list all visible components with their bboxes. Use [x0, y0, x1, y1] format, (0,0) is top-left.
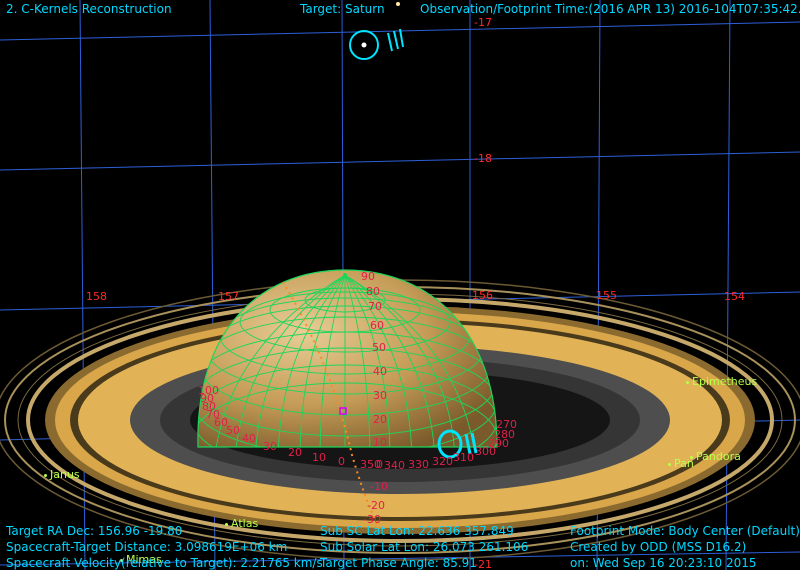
longitude-label: 50 [226, 424, 240, 437]
moon-dot-icon [225, 522, 228, 526]
moon-dot-icon [668, 462, 671, 466]
longitude-label: 310 [453, 451, 474, 464]
moon-janus[interactable]: Janus [44, 468, 80, 481]
latitude-label: -20 [367, 499, 385, 512]
longitude-label: 350 [360, 458, 381, 471]
longitude-label: 330 [408, 458, 429, 471]
window-title: 2. C-Kernels Reconstruction [6, 2, 172, 16]
sub-solar-lat-lon: Sub Solar Lat Lon: 26.073 261.106 [320, 540, 529, 554]
sun-dot [396, 2, 400, 6]
moon-epimetheus[interactable]: Epimetheus [686, 375, 757, 388]
target-phase-angle: Target Phase Angle: 85.91 [320, 556, 477, 570]
moon-dot-icon [686, 380, 689, 384]
latitude-label: 60 [370, 319, 384, 332]
longitude-label: 320 [432, 455, 453, 468]
latitude-label: 40 [373, 365, 387, 378]
longitude-label: 30 [263, 440, 277, 453]
ra-label: 156 [472, 289, 493, 302]
longitude-label: 10 [312, 451, 326, 464]
latitude-label: 70 [368, 300, 382, 313]
moon-pan[interactable]: Pan [668, 457, 694, 470]
latitude-label: 20 [373, 413, 387, 426]
spacecraft-velocity: Spacecraft Velocity(relative to Target):… [6, 556, 323, 570]
observation-time: Observation/Footprint Time:(2016 APR 13)… [420, 2, 800, 16]
ra-label: 155 [596, 289, 617, 302]
dec-label: -18 [474, 152, 492, 165]
footprint-mode: Footprint Mode: Body Center (Default) [570, 524, 800, 538]
target-ra-dec: Target RA Dec: 156.96 -19.80 [6, 524, 183, 538]
created-on: on: Wed Sep 16 20:23:10 2015 [570, 556, 757, 570]
target-name: Target: Saturn [300, 2, 385, 16]
ra-label: 154 [724, 290, 745, 303]
moon-dot-icon [44, 473, 47, 477]
longitude-label: 100 [198, 384, 219, 397]
longitude-label: 20 [288, 446, 302, 459]
longitude-label: 300 [475, 445, 496, 458]
dec-label: -17 [474, 16, 492, 29]
latitude-label: 80 [366, 285, 380, 298]
longitude-label: 0 [338, 455, 345, 468]
ra-label: 158 [86, 290, 107, 303]
sun-direction-marker [349, 28, 404, 60]
moon-pandora[interactable]: Pandora [690, 450, 741, 463]
longitude-label: 340 [384, 459, 405, 472]
latitude-label: -10 [370, 480, 388, 493]
sub-sc-lat-lon: Sub SC Lat Lon: 22.636 357.849 [320, 524, 514, 538]
latitude-label: 10 [373, 436, 387, 449]
odd-viewer-canvas[interactable]: 2. C-Kernels Reconstruction Target: Satu… [0, 0, 800, 570]
longitude-label: 40 [242, 432, 256, 445]
sky-scene [0, 0, 800, 570]
latitude-label: 30 [373, 389, 387, 402]
ra-label: 157 [218, 290, 239, 303]
latitude-label: 90 [361, 270, 375, 283]
moon-atlas[interactable]: Atlas [225, 517, 258, 530]
latitude-label: 50 [372, 341, 386, 354]
created-by: Created by ODD (MSS D16.2) [570, 540, 747, 554]
spacecraft-target-distance: Spacecraft-Target Distance: 3.098619E+06… [6, 540, 288, 554]
